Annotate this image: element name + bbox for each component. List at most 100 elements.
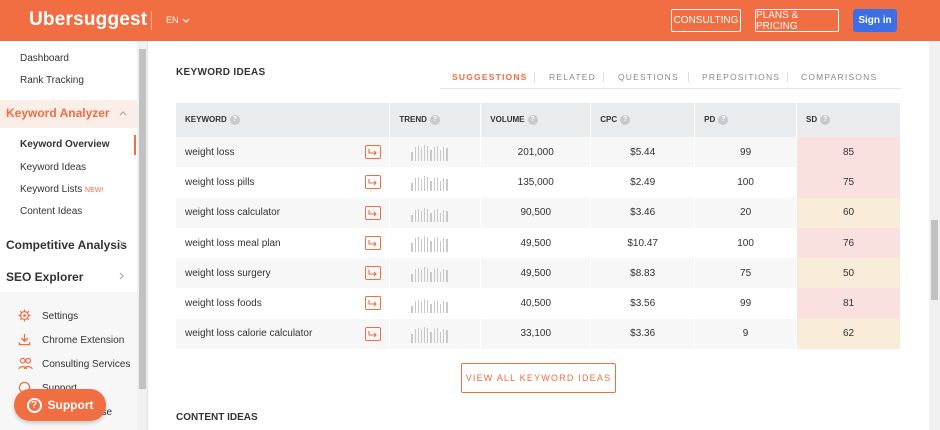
trend-bar xyxy=(430,272,432,283)
trend-bar xyxy=(424,326,426,343)
sd-cell: 76 xyxy=(796,227,901,259)
keyword-text[interactable]: weight loss surgery xyxy=(185,268,271,279)
sidebar-item-chrome-extension[interactable]: Chrome Extension xyxy=(42,335,124,346)
keyword-text[interactable]: weight loss pills xyxy=(185,177,254,188)
col-header-pd[interactable]: PD? xyxy=(694,103,798,137)
info-icon[interactable]: ? xyxy=(229,115,240,125)
info-icon[interactable]: ? xyxy=(429,115,440,125)
col-header-keyword[interactable]: KEYWORD? xyxy=(176,103,391,137)
sidebar-item-keyword-overview[interactable]: Keyword Overview xyxy=(20,139,109,150)
trend-bar xyxy=(417,177,419,192)
trend-bar xyxy=(411,305,413,313)
tab-suggestions[interactable]: SUGGESTIONS xyxy=(452,72,528,82)
tab-divider xyxy=(534,72,535,82)
sd-cell: 81 xyxy=(796,288,901,319)
col-header-cpc[interactable]: CPC? xyxy=(590,103,696,137)
sd-cell: 75 xyxy=(796,167,901,198)
trend-bar xyxy=(417,268,419,283)
language-selector[interactable]: EN xyxy=(166,15,190,25)
trend-cell xyxy=(389,137,482,168)
trend-bar xyxy=(420,239,423,253)
info-icon[interactable]: ? xyxy=(527,115,538,125)
keyword-text[interactable]: weight loss calculator xyxy=(185,207,280,218)
table-row: weight loss meal plan 49,500 $10.47 100 76 xyxy=(176,227,901,259)
col-label: SD xyxy=(806,115,818,125)
sidebar-section-competitive-analysis[interactable]: Competitive Analysis xyxy=(6,238,127,252)
col-header-volume[interactable]: VOLUME? xyxy=(480,103,592,137)
keyword-text[interactable]: weight loss foods xyxy=(185,298,262,309)
consulting-button[interactable]: CONSULTING xyxy=(671,9,741,32)
sign-in-button[interactable]: Sign in xyxy=(853,9,897,32)
info-icon[interactable]: ? xyxy=(718,115,729,125)
col-header-sd[interactable]: SD? xyxy=(796,103,901,137)
trend-bar xyxy=(420,210,423,222)
main-scrollbar-thumb[interactable] xyxy=(931,220,938,300)
info-icon[interactable]: ? xyxy=(620,115,631,125)
trend-bar xyxy=(424,145,426,162)
chevron-right-icon[interactable] xyxy=(119,272,125,280)
trend-bar xyxy=(417,237,419,253)
redirect-arrow-icon[interactable] xyxy=(365,266,382,281)
view-all-keyword-ideas-button[interactable]: VIEW ALL KEYWORD IDEAS xyxy=(461,363,616,393)
sidebar-scrollbar-thumb[interactable] xyxy=(139,49,146,389)
chevron-right-icon[interactable] xyxy=(119,240,125,248)
trend-bar xyxy=(420,270,423,283)
trend-bar xyxy=(440,303,442,313)
tab-questions[interactable]: QUESTIONS xyxy=(618,72,679,82)
trend-sparkline xyxy=(399,173,471,192)
col-header-trend[interactable]: TREND? xyxy=(389,103,482,137)
sidebar-item-keyword-ideas[interactable]: Keyword Ideas xyxy=(20,162,86,173)
ubersuggest-logo[interactable]: Ubersuggest xyxy=(29,9,147,31)
trend-bar xyxy=(446,239,448,253)
trend-bar xyxy=(411,333,413,343)
redirect-arrow-icon[interactable] xyxy=(365,235,382,250)
trend-bar xyxy=(430,331,432,343)
trend-bar xyxy=(427,268,429,283)
trend-cell xyxy=(389,227,482,259)
support-button[interactable]: ? Support xyxy=(14,389,106,421)
keyword-lists-label: Keyword Lists xyxy=(20,184,83,195)
trend-bar xyxy=(414,178,416,192)
redirect-arrow-icon[interactable] xyxy=(365,296,382,311)
plans-pricing-button[interactable]: PLANS & PRICING xyxy=(755,9,839,32)
info-icon[interactable]: ? xyxy=(820,115,831,125)
tab-prepositions[interactable]: PREPOSITIONS xyxy=(702,72,780,82)
table-header-row: KEYWORD? TREND? VOLUME? CPC? PD? SD? xyxy=(176,103,901,137)
keyword-text[interactable]: weight loss xyxy=(185,147,234,158)
sidebar-section-keyword-analyzer[interactable]: Keyword Analyzer xyxy=(6,106,110,120)
trend-bar xyxy=(427,177,429,192)
sidebar-item-rank-tracking[interactable]: Rank Tracking xyxy=(20,75,84,86)
trend-bar xyxy=(424,207,426,222)
trend-bar xyxy=(446,301,448,313)
trend-bar xyxy=(443,238,445,253)
tab-related[interactable]: RELATED xyxy=(549,72,596,82)
tab-comparisons[interactable]: COMPARISONS xyxy=(801,72,877,82)
redirect-arrow-icon[interactable] xyxy=(365,205,382,220)
sidebar-item-consulting-services[interactable]: Consulting Services xyxy=(42,359,130,370)
trend-bar xyxy=(430,181,432,192)
trend-cell xyxy=(389,258,482,289)
sidebar-item-dashboard[interactable]: Dashboard xyxy=(20,53,69,64)
trend-cell xyxy=(389,318,482,350)
trend-cell xyxy=(389,197,482,228)
chevron-up-icon[interactable] xyxy=(119,110,127,116)
sd-cell: 50 xyxy=(796,258,901,289)
trend-bar xyxy=(443,147,445,162)
trend-bar xyxy=(427,208,429,222)
redirect-arrow-icon[interactable] xyxy=(365,175,382,190)
active-indicator xyxy=(134,135,136,155)
trend-bar xyxy=(446,210,448,222)
sidebar-item-content-ideas[interactable]: Content Ideas xyxy=(20,206,82,217)
trend-bar xyxy=(430,303,432,313)
redirect-arrow-icon[interactable] xyxy=(365,326,382,341)
keyword-cell: weight loss meal plan xyxy=(176,227,391,259)
redirect-arrow-icon[interactable] xyxy=(365,145,382,159)
sidebar-item-keyword-lists[interactable]: Keyword Lists NEW! xyxy=(20,184,103,195)
trend-sparkline xyxy=(399,204,471,222)
keyword-text[interactable]: weight loss calorie calculator xyxy=(185,328,312,339)
sidebar-item-settings[interactable]: Settings xyxy=(42,311,78,322)
trend-bar xyxy=(427,327,429,343)
keyword-table: KEYWORD? TREND? VOLUME? CPC? PD? SD? wei… xyxy=(176,103,901,350)
sidebar-section-seo-explorer[interactable]: SEO Explorer xyxy=(6,270,83,284)
keyword-text[interactable]: weight loss meal plan xyxy=(185,238,281,249)
